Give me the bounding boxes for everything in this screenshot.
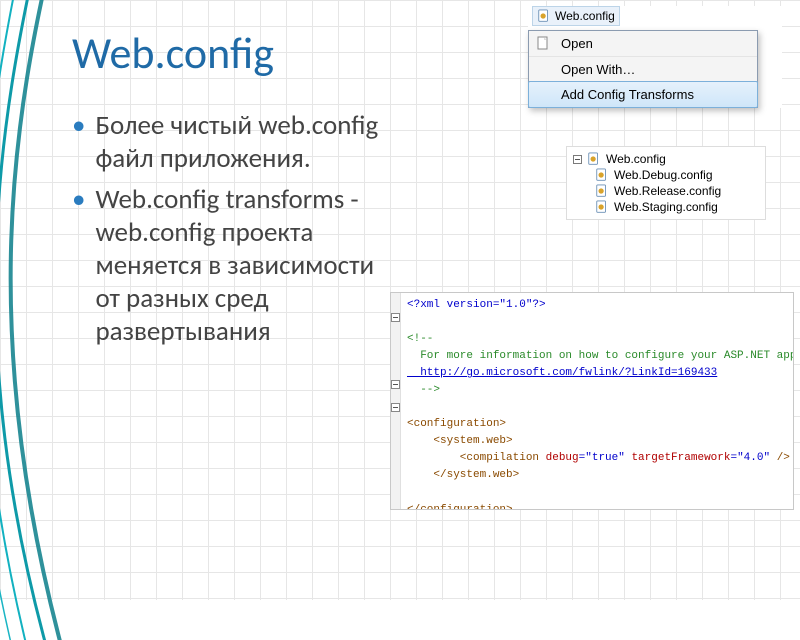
- config-file-icon: [595, 200, 609, 214]
- expand-toggle-icon[interactable]: [573, 155, 582, 164]
- code-line: </configuration>: [407, 502, 794, 510]
- code-line: -->: [407, 382, 794, 399]
- code-line: <!--: [407, 331, 794, 348]
- context-menu: Open Open With… Add Config Transforms: [528, 30, 758, 108]
- code-line: [407, 485, 794, 502]
- code-gutter: [391, 293, 401, 509]
- tree-item-staging[interactable]: Web.Staging.config: [569, 199, 763, 215]
- code-line: <compilation debug="true" targetFramewor…: [407, 450, 794, 467]
- menu-item-add-config-transforms[interactable]: Add Config Transforms: [528, 81, 758, 108]
- tree-item-debug[interactable]: Web.Debug.config: [569, 167, 763, 183]
- open-blank-icon: [535, 35, 551, 51]
- bullet-text: Web.config transforms - web.config проек…: [95, 184, 402, 349]
- file-node-web-config[interactable]: Web.config: [532, 6, 620, 26]
- code-line: [407, 399, 794, 416]
- bullet-dot: •: [72, 110, 85, 176]
- solution-tree: Web.config Web.Debug.config Web.Release.…: [566, 146, 766, 220]
- code-body[interactable]: <?xml version="1.0"?> <!-- For more info…: [401, 293, 794, 509]
- config-file-icon: [595, 184, 609, 198]
- config-file-icon: [595, 168, 609, 182]
- code-line: For more information on how to configure…: [407, 348, 794, 365]
- bullet-list: •Более чистый web.config файл приложения…: [72, 110, 402, 349]
- menu-item-open[interactable]: Open: [529, 31, 757, 56]
- file-label: Web.config: [555, 9, 615, 23]
- tree-item-release[interactable]: Web.Release.config: [569, 183, 763, 199]
- fold-toggle-icon[interactable]: [391, 403, 400, 412]
- menu-item-label: Add Config Transforms: [561, 87, 694, 102]
- tree-label: Web.Staging.config: [614, 200, 718, 214]
- tree-label: Web.Debug.config: [614, 168, 713, 182]
- tree-label: Web.config: [606, 152, 666, 166]
- context-menu-screenshot: Web.config Open Open With… Add Config Tr…: [528, 6, 782, 108]
- code-line: <configuration>: [407, 416, 794, 433]
- code-line: <?xml version="1.0"?>: [407, 297, 794, 314]
- tree-label: Web.Release.config: [614, 184, 721, 198]
- bullet-text: Более чистый web.config файл приложения.: [95, 110, 402, 176]
- config-file-icon: [537, 9, 551, 23]
- menu-item-open-with[interactable]: Open With…: [529, 56, 757, 82]
- menu-item-label: Open: [561, 36, 593, 51]
- bullet-dot: •: [72, 184, 85, 349]
- tree-root-web-config[interactable]: Web.config: [569, 151, 763, 167]
- menu-item-label: Open With…: [561, 62, 635, 77]
- code-line: http://go.microsoft.com/fwlink/?LinkId=1…: [407, 365, 794, 382]
- code-line: [407, 314, 794, 331]
- code-line: <system.web>: [407, 433, 794, 450]
- fold-toggle-icon[interactable]: [391, 380, 400, 389]
- code-line: </system.web>: [407, 467, 794, 484]
- fold-toggle-icon[interactable]: [391, 313, 400, 322]
- config-file-icon: [587, 152, 601, 166]
- code-editor: <?xml version="1.0"?> <!-- For more info…: [390, 292, 794, 510]
